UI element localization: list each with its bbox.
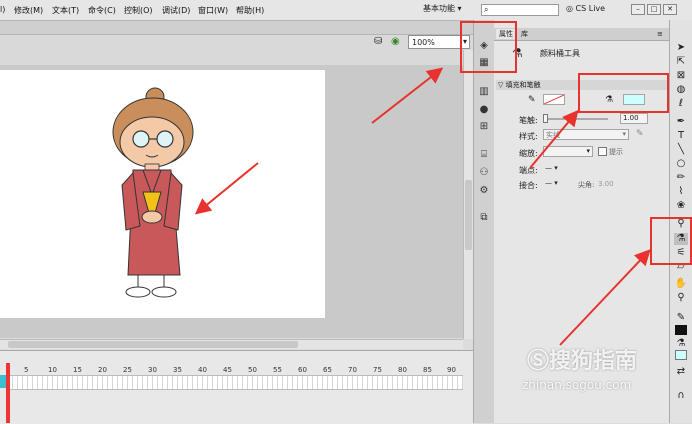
watermark-url: zhinan.sogou.com: [522, 378, 632, 392]
arrow-to-fill-color: [529, 109, 579, 169]
arrow-to-character: [194, 162, 259, 215]
arrow-to-paint-bucket: [559, 249, 651, 346]
watermark-brand: Ⓢ搜狗指南: [527, 343, 637, 375]
watermark-brand-text: 搜狗指南: [549, 349, 638, 374]
arrow-to-dock: [371, 67, 444, 124]
sogou-logo-icon: Ⓢ: [527, 349, 550, 374]
